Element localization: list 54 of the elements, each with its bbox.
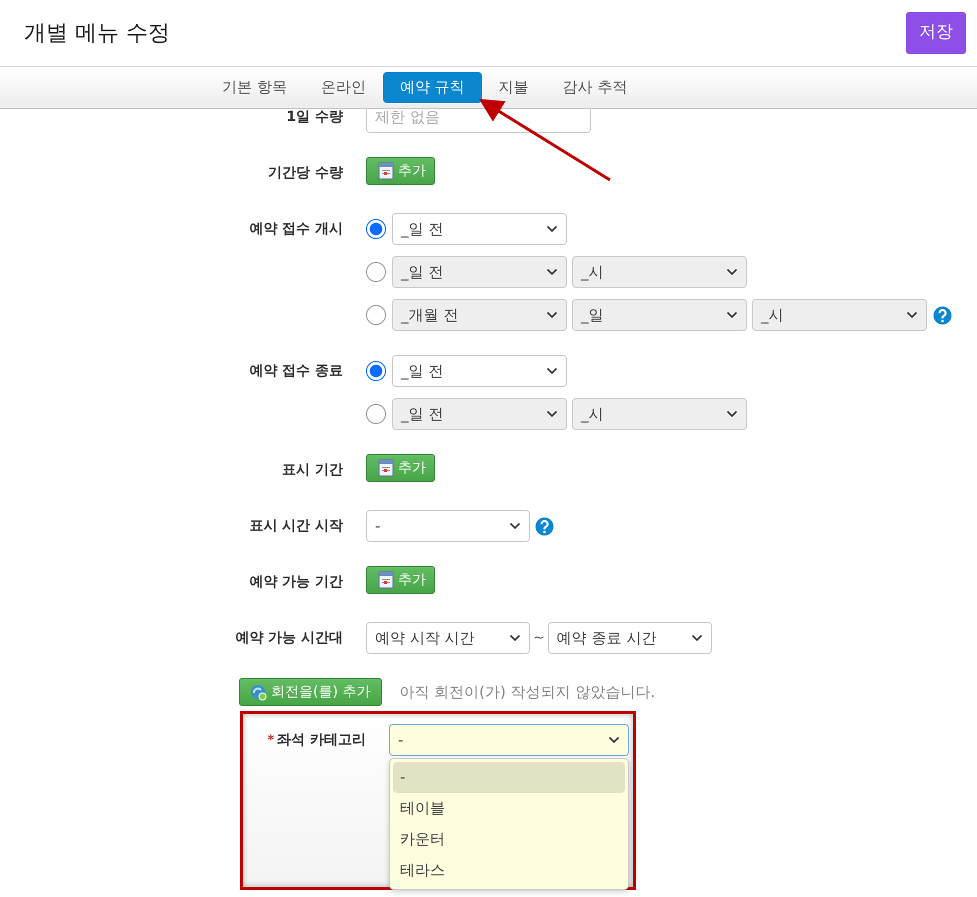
field-label: 예약 가능 기간	[248, 573, 344, 592]
refresh-icon	[250, 684, 267, 700]
help-icon	[535, 516, 554, 536]
dropdown-option[interactable]: 테라스	[393, 855, 625, 886]
field-label: 1일 수량	[285, 109, 344, 127]
dropdown-option[interactable]: -	[393, 762, 625, 793]
caret-icon	[690, 634, 703, 642]
field-label: 예약 접수 개시	[248, 220, 344, 239]
save-button[interactable]: 저장	[906, 12, 966, 54]
calendar-icon	[378, 571, 394, 589]
field-label: 기간당 수량	[267, 164, 344, 183]
caret-icon	[906, 311, 918, 319]
radio-button[interactable]	[366, 305, 386, 325]
empty-message: 아직 회전이(가) 작성되지 않았습니다.	[399, 682, 656, 703]
calendar-icon	[378, 162, 394, 180]
tab[interactable]: 지불	[482, 72, 546, 103]
caret-icon	[546, 268, 558, 276]
dropdown[interactable]: -	[389, 724, 629, 756]
tab[interactable]: 예약 규칙	[382, 72, 482, 103]
field-label: 예약 가능 시간대	[234, 629, 344, 648]
dropdown-option[interactable]: 테이블	[393, 793, 625, 824]
calendar-icon	[378, 459, 394, 477]
caret-icon	[509, 522, 521, 530]
required-mark: *	[267, 733, 274, 748]
caret-icon	[509, 634, 521, 642]
caret-icon	[726, 410, 738, 418]
caret-icon	[608, 736, 620, 744]
dropdown-option[interactable]: 카운터	[393, 824, 625, 855]
dropdown[interactable]: 예약 종료 시간	[548, 622, 712, 654]
tab[interactable]: 기본 항목	[205, 72, 304, 103]
dropdown[interactable]: -	[366, 510, 530, 542]
dropdown[interactable]: _일 전	[392, 213, 567, 245]
field-label: 표시 기간	[281, 461, 344, 480]
caret-icon	[726, 311, 738, 319]
caret-icon	[546, 410, 558, 418]
radio-button[interactable]	[366, 361, 386, 381]
radio-button[interactable]	[366, 404, 386, 424]
caret-icon	[726, 268, 738, 276]
field-label: 표시 시간 시작	[248, 517, 344, 536]
dropdown[interactable]: 예약 시작 시간	[366, 622, 530, 654]
caret-icon	[546, 367, 558, 375]
text-field[interactable]: 제한 없음	[366, 109, 591, 133]
caret-icon	[546, 311, 558, 319]
radio-button[interactable]	[366, 262, 386, 282]
tab[interactable]: 온라인	[304, 72, 383, 103]
dropdown[interactable]: _일 전	[392, 355, 567, 387]
field-label: 예약 접수 종료	[248, 362, 344, 381]
radio-button[interactable]	[366, 219, 386, 239]
page-title: 개별 메뉴 수정	[24, 20, 170, 48]
field-label: * 좌석 카테고리	[266, 731, 367, 750]
help-icon	[933, 306, 952, 324]
range-separator: ~	[533, 628, 545, 648]
caret-icon	[546, 225, 558, 233]
tab[interactable]: 감사 추적	[546, 72, 644, 103]
